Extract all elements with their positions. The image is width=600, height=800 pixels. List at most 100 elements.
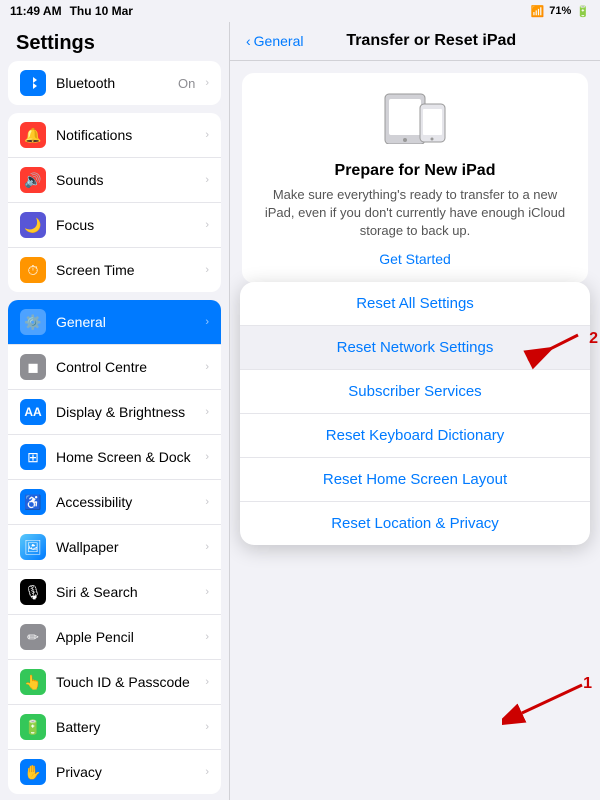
subscriber-services-label: Subscriber Services	[348, 383, 481, 400]
siri-label: Siri & Search	[56, 584, 195, 600]
focus-chevron: ›	[205, 219, 209, 231]
focus-label: Focus	[56, 217, 195, 233]
sidebar-item-homescreen[interactable]: ⊞ Home Screen & Dock ›	[8, 435, 221, 480]
sidebar-group-system: 🔔 Notifications › 🔊 Sounds › 🌙 Focus › ⏱…	[8, 113, 221, 292]
reset-keyboard-label: Reset Keyboard Dictionary	[326, 427, 504, 444]
back-button[interactable]: ‹ General	[246, 33, 303, 49]
controlcentre-icon: ◼	[20, 354, 46, 380]
privacy-chevron: ›	[205, 766, 209, 778]
reset-homescreen-label: Reset Home Screen Layout	[323, 471, 507, 488]
bluetooth-icon	[20, 70, 46, 96]
general-icon: ⚙️	[20, 309, 46, 335]
bluetooth-value: On	[178, 76, 195, 91]
screentime-chevron: ›	[205, 264, 209, 276]
display-chevron: ›	[205, 406, 209, 418]
sidebar-item-battery[interactable]: 🔋 Battery ›	[8, 705, 221, 750]
reset-all-settings-option[interactable]: Reset All Settings	[240, 282, 590, 326]
focus-icon: 🌙	[20, 212, 46, 238]
content-header: ‹ General Transfer or Reset iPad	[230, 22, 600, 61]
accessibility-label: Accessibility	[56, 494, 195, 510]
accessibility-chevron: ›	[205, 496, 209, 508]
controlcentre-chevron: ›	[205, 361, 209, 373]
wallpaper-label: Wallpaper	[56, 539, 195, 555]
touchid-icon: 👆	[20, 669, 46, 695]
sidebar-item-siri[interactable]: 🎙 Siri & Search ›	[8, 570, 221, 615]
sounds-icon: 🔊	[20, 167, 46, 193]
sounds-chevron: ›	[205, 174, 209, 186]
sidebar-item-focus[interactable]: 🌙 Focus ›	[8, 203, 221, 248]
status-indicators: 📶 71% 🔋	[531, 5, 590, 18]
applepencil-label: Apple Pencil	[56, 629, 195, 645]
status-day: Thu 10 Mar	[70, 4, 133, 18]
general-label: General	[56, 314, 195, 330]
sidebar-item-controlcentre[interactable]: ◼ Control Centre ›	[8, 345, 221, 390]
display-icon: AA	[20, 399, 46, 425]
controlcentre-label: Control Centre	[56, 359, 195, 375]
devices-svg	[380, 89, 450, 144]
sidebar-group-general: ⚙️ General › ◼ Control Centre › AA Displ…	[8, 300, 221, 794]
battery-level: 71%	[549, 5, 571, 17]
sidebar-item-accessibility[interactable]: ♿ Accessibility ›	[8, 480, 221, 525]
sidebar-item-bluetooth[interactable]: Bluetooth On ›	[8, 61, 221, 105]
reset-all-settings-label: Reset All Settings	[356, 295, 474, 312]
prepare-description: Make sure everything's ready to transfer…	[258, 186, 572, 241]
sidebar: Settings Bluetooth On › 🔔 Notifications …	[0, 22, 230, 800]
reset-location-label: Reset Location & Privacy	[331, 515, 499, 532]
touchid-label: Touch ID & Passcode	[56, 674, 195, 690]
applepencil-icon: ✏	[20, 624, 46, 650]
sidebar-item-display[interactable]: AA Display & Brightness ›	[8, 390, 221, 435]
sidebar-title: Settings	[0, 22, 229, 61]
homescreen-chevron: ›	[205, 451, 209, 463]
wallpaper-icon: 🖼	[20, 534, 46, 560]
siri-icon: 🎙	[20, 579, 46, 605]
sidebar-item-applepencil[interactable]: ✏ Apple Pencil ›	[8, 615, 221, 660]
general-chevron: ›	[205, 316, 209, 328]
homescreen-icon: ⊞	[20, 444, 46, 470]
prepare-title: Prepare for New iPad	[258, 162, 572, 180]
touchid-chevron: ›	[205, 676, 209, 688]
back-label: General	[254, 33, 304, 49]
sidebar-item-wallpaper[interactable]: 🖼 Wallpaper ›	[8, 525, 221, 570]
sidebar-item-screentime[interactable]: ⏱ Screen Time ›	[8, 248, 221, 292]
bluetooth-chevron: ›	[205, 77, 209, 89]
sounds-label: Sounds	[56, 172, 195, 188]
get-started-button[interactable]: Get Started	[258, 251, 572, 267]
content-title: Transfer or Reset iPad	[308, 32, 554, 50]
sidebar-item-sounds[interactable]: 🔊 Sounds ›	[8, 158, 221, 203]
privacy-label: Privacy	[56, 764, 195, 780]
sidebar-item-notifications[interactable]: 🔔 Notifications ›	[8, 113, 221, 158]
battery-icon: 🔋	[576, 5, 590, 18]
wifi-icon: 📶	[531, 5, 545, 18]
notifications-label: Notifications	[56, 127, 195, 143]
sidebar-item-touchid[interactable]: 👆 Touch ID & Passcode ›	[8, 660, 221, 705]
arrow2-svg	[518, 330, 598, 375]
reset-location-option[interactable]: Reset Location & Privacy	[240, 502, 590, 545]
bluetooth-label: Bluetooth	[56, 75, 168, 91]
sidebar-item-privacy[interactable]: ✋ Privacy ›	[8, 750, 221, 794]
display-label: Display & Brightness	[56, 404, 195, 420]
privacy-icon: ✋	[20, 759, 46, 785]
annotation-2: 2	[518, 330, 598, 380]
sidebar-item-general[interactable]: ⚙️ General ›	[8, 300, 221, 345]
annotation2-label: 2	[589, 330, 598, 348]
accessibility-icon: ♿	[20, 489, 46, 515]
battery-chevron: ›	[205, 721, 209, 733]
wallpaper-chevron: ›	[205, 541, 209, 553]
prepare-card: Prepare for New iPad Make sure everythin…	[242, 73, 588, 283]
notifications-chevron: ›	[205, 129, 209, 141]
main-layout: Settings Bluetooth On › 🔔 Notifications …	[0, 22, 600, 800]
notifications-icon: 🔔	[20, 122, 46, 148]
status-bar: 11:49 AM Thu 10 Mar 📶 71% 🔋	[0, 0, 600, 22]
sidebar-group-connectivity: Bluetooth On ›	[8, 61, 221, 105]
prepare-devices-icon	[258, 89, 572, 154]
reset-keyboard-option[interactable]: Reset Keyboard Dictionary	[240, 414, 590, 458]
reset-network-settings-label: Reset Network Settings	[337, 339, 494, 356]
reset-dropdown-overlay: Reset All Settings Reset Network Setting…	[230, 282, 600, 800]
back-chevron-icon: ‹	[246, 33, 251, 49]
reset-homescreen-option[interactable]: Reset Home Screen Layout	[240, 458, 590, 502]
siri-chevron: ›	[205, 586, 209, 598]
battery-icon: 🔋	[20, 714, 46, 740]
screentime-icon: ⏱	[20, 257, 46, 283]
homescreen-label: Home Screen & Dock	[56, 449, 195, 465]
screentime-label: Screen Time	[56, 262, 195, 278]
